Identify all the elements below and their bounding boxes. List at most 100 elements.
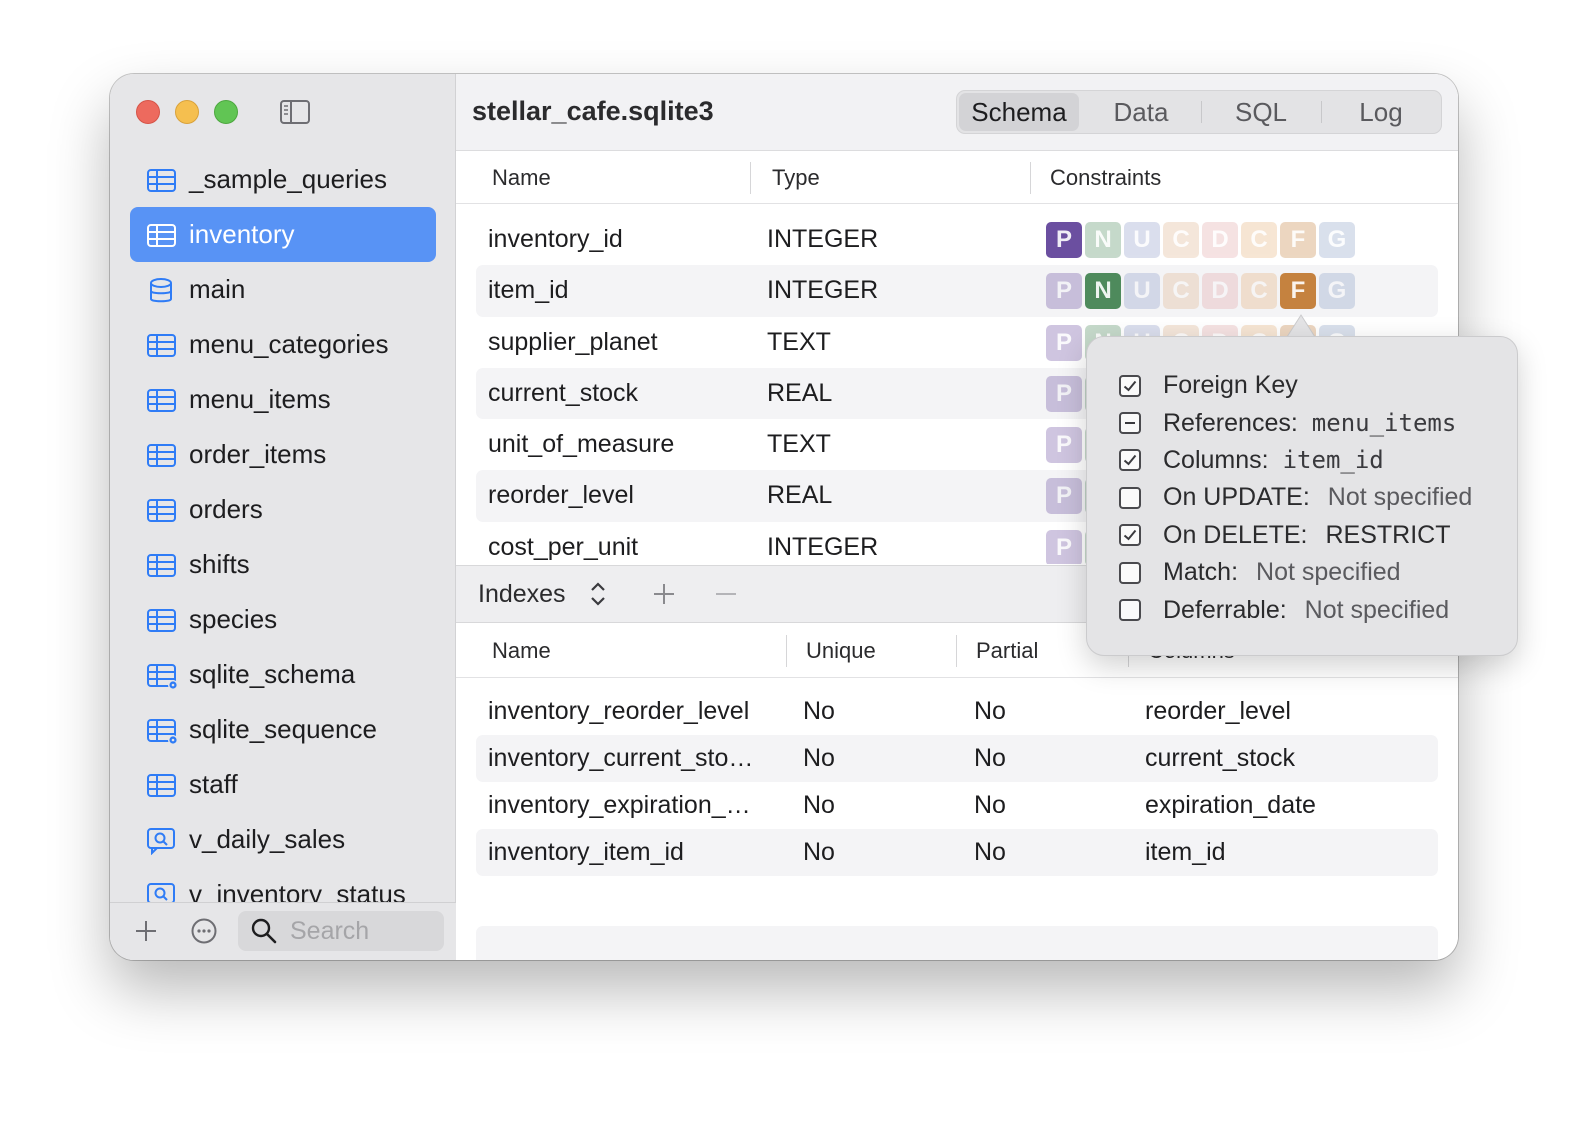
checkbox-checked-icon[interactable] xyxy=(1119,524,1141,547)
sidebar-item-order-items[interactable]: order_items xyxy=(130,427,436,482)
constraint-badge-p[interactable]: P xyxy=(1046,324,1082,361)
column-divider[interactable] xyxy=(956,635,957,667)
checkbox-empty-icon[interactable] xyxy=(1119,561,1141,584)
sidebar-search[interactable] xyxy=(238,911,444,951)
chevron-up-down-icon[interactable] xyxy=(588,580,608,608)
constraint-badge-c[interactable]: C xyxy=(1241,273,1277,310)
index-name: inventory_item_id xyxy=(488,838,684,866)
remove-index-icon[interactable] xyxy=(714,582,738,606)
sidebar-item-staff[interactable]: staff xyxy=(130,757,436,812)
popover-key: Foreign Key xyxy=(1163,371,1298,400)
database-icon xyxy=(146,277,176,303)
constraint-badge-f[interactable]: F xyxy=(1280,222,1316,258)
minimize-window-button[interactable] xyxy=(175,100,199,124)
empty-row xyxy=(476,926,1438,960)
constraint-badge-u[interactable]: U xyxy=(1124,273,1160,310)
table-row[interactable]: inventory_reorder_level No No reorder_level xyxy=(476,688,1438,735)
add-icon[interactable] xyxy=(132,917,160,945)
column-divider[interactable] xyxy=(750,162,751,194)
sidebar-item-sqlite-sequence[interactable]: sqlite_sequence xyxy=(130,702,436,757)
column-header-constraints[interactable]: Constraints xyxy=(1050,165,1161,191)
close-window-button[interactable] xyxy=(136,100,160,124)
constraint-badge-g[interactable]: G xyxy=(1319,273,1355,310)
column-header-name[interactable]: Name xyxy=(492,165,551,191)
table-row[interactable]: item_id INTEGER P N U C D C F G xyxy=(476,265,1438,317)
tab-data[interactable]: Data xyxy=(1081,91,1201,133)
index-header-partial[interactable]: Partial xyxy=(976,638,1038,664)
constraint-badge-u[interactable]: U xyxy=(1124,222,1160,258)
popover-value: Not specified xyxy=(1304,595,1450,624)
popover-value: item_id xyxy=(1282,446,1384,475)
constraint-badge-c[interactable]: C xyxy=(1241,222,1277,258)
tab-sql[interactable]: SQL xyxy=(1201,91,1321,133)
sidebar-item-menu-categories[interactable]: menu_categories xyxy=(130,317,436,372)
constraint-badge-n[interactable]: N xyxy=(1085,222,1121,258)
window-title: stellar_cafe.sqlite3 xyxy=(472,96,714,126)
table-row[interactable]: inventory_id INTEGER P N U C D C F G xyxy=(476,214,1438,265)
sidebar-item-species[interactable]: species xyxy=(130,592,436,647)
sidebar-item-menu-items[interactable]: menu_items xyxy=(130,372,436,427)
sidebar-item-label: v_inventory_status xyxy=(189,879,406,902)
column-header-type[interactable]: Type xyxy=(772,165,820,191)
indexes-label[interactable]: Indexes xyxy=(478,580,566,609)
table-row[interactable]: inventory_item_id No No item_id xyxy=(476,829,1438,876)
constraint-badge-p[interactable]: P xyxy=(1046,478,1082,515)
checkbox-mixed-icon[interactable] xyxy=(1119,412,1141,435)
foreign-key-popover: Foreign Key References: menu_items Columns:… xyxy=(1086,336,1518,656)
checkbox-checked-icon[interactable] xyxy=(1119,374,1141,397)
index-header-unique[interactable]: Unique xyxy=(806,638,876,664)
sidebar-item-label: staff xyxy=(189,769,238,799)
table-row[interactable]: inventory_current_sto… No No current_stock xyxy=(476,735,1438,782)
popover-value: Not specified xyxy=(1327,483,1473,512)
table-row[interactable]: inventory_expiration_… No No expiration_dat… xyxy=(476,782,1438,829)
constraint-badge-p[interactable]: P xyxy=(1046,375,1082,412)
popover-item: References: menu_items xyxy=(1119,404,1472,441)
popover-key: On DELETE: xyxy=(1163,520,1308,549)
constraint-badge-n[interactable]: N xyxy=(1085,273,1121,310)
more-options-icon[interactable] xyxy=(190,917,218,945)
popover-key: Deferrable: xyxy=(1163,595,1287,624)
search-input[interactable] xyxy=(290,916,430,946)
column-divider[interactable] xyxy=(1030,162,1031,194)
index-partial: No xyxy=(974,791,1006,819)
constraint-badge-f[interactable]: F xyxy=(1280,273,1316,310)
sidebar-item-orders[interactable]: orders xyxy=(130,482,436,537)
checkbox-empty-icon[interactable] xyxy=(1119,599,1141,622)
column-type: REAL xyxy=(767,378,833,407)
add-index-icon[interactable] xyxy=(652,582,676,606)
constraint-badge-p[interactable]: P xyxy=(1046,222,1082,258)
sidebar-toggle-icon[interactable] xyxy=(280,100,310,124)
constraint-badge-p[interactable]: P xyxy=(1046,427,1082,464)
sidebar-item-inventory[interactable]: inventory xyxy=(130,207,436,262)
column-divider[interactable] xyxy=(786,635,787,667)
sidebar-item-main[interactable]: main xyxy=(130,262,436,317)
checkbox-checked-icon[interactable] xyxy=(1119,449,1141,472)
sidebar-item-sqlite-schema[interactable]: sqlite_schema xyxy=(130,647,436,702)
zoom-window-button[interactable] xyxy=(214,100,238,124)
sidebar-item-sample-queries[interactable]: _sample_queries xyxy=(130,152,436,207)
constraint-badge-c[interactable]: C xyxy=(1163,222,1199,258)
checkbox-empty-icon[interactable] xyxy=(1119,486,1141,509)
tab-log[interactable]: Log xyxy=(1321,91,1441,133)
constraint-badge-g[interactable]: G xyxy=(1319,222,1355,258)
index-unique: No xyxy=(803,744,835,772)
foreign-key-details: Foreign Key References: menu_items Columns:… xyxy=(1119,367,1472,629)
constraint-badge-c[interactable]: C xyxy=(1163,273,1199,310)
constraint-badge-p[interactable]: P xyxy=(1046,273,1082,310)
constraint-badge-p[interactable]: P xyxy=(1046,529,1082,564)
sidebar-item-label: order_items xyxy=(189,439,327,469)
index-partial: No xyxy=(974,838,1006,866)
sidebar-item-label: menu_items xyxy=(189,384,331,414)
table-icon xyxy=(146,332,176,358)
table-icon xyxy=(146,607,176,633)
column-name: supplier_planet xyxy=(488,327,658,356)
sidebar-item-shifts[interactable]: shifts xyxy=(130,537,436,592)
sidebar-item-v-inventory-status[interactable]: v_inventory_status xyxy=(130,867,436,902)
tab-schema[interactable]: Schema xyxy=(959,93,1079,131)
popover-item: On UPDATE: Not specified xyxy=(1119,479,1472,516)
sidebar-item-v-daily-sales[interactable]: v_daily_sales xyxy=(130,812,436,867)
constraint-badge-d[interactable]: D xyxy=(1202,273,1238,310)
popover-value: RESTRICT xyxy=(1325,520,1451,549)
index-header-name[interactable]: Name xyxy=(492,638,551,664)
constraint-badge-d[interactable]: D xyxy=(1202,222,1238,258)
